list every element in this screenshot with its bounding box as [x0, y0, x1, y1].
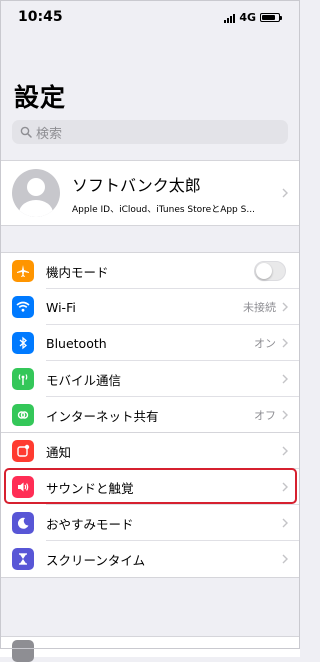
signal-icon	[224, 13, 236, 23]
avatar	[12, 169, 60, 217]
hotspot-label: インターネット共有	[46, 408, 159, 424]
antenna-icon	[12, 368, 34, 390]
chevron-right-icon	[282, 410, 288, 420]
hourglass-icon	[12, 548, 34, 570]
screen-time-row[interactable]: スクリーンタイム	[0, 541, 300, 577]
bluetooth-row[interactable]: Bluetooth オン	[0, 325, 300, 361]
network-type: 4G	[239, 11, 256, 24]
battery-icon	[260, 13, 282, 22]
wifi-value: 未接続	[243, 301, 276, 314]
hotspot-value: オフ	[254, 409, 276, 422]
bluetooth-icon	[12, 332, 34, 354]
chevron-right-icon	[282, 302, 288, 312]
hotspot-row[interactable]: インターネット共有 オフ	[0, 397, 300, 433]
general-group: 通知 サウンドと触覚 おやすみモード スクリーンタイム	[0, 432, 300, 578]
search-icon	[20, 126, 32, 138]
profile-subtitle: Apple ID、iCloud、iTunes StoreとApp S...	[72, 204, 255, 215]
chevron-right-icon	[282, 554, 288, 564]
airplane-icon	[12, 260, 34, 282]
wifi-label: Wi-Fi	[46, 299, 76, 315]
chevron-right-icon	[282, 374, 288, 384]
do-not-disturb-row[interactable]: おやすみモード	[0, 505, 300, 541]
highlight-box	[4, 468, 297, 504]
wifi-row[interactable]: Wi-Fi 未接続	[0, 289, 300, 325]
notifications-icon	[12, 440, 34, 462]
wifi-icon	[12, 296, 34, 318]
moon-icon	[12, 512, 34, 534]
gear-icon	[12, 640, 34, 662]
chevron-right-icon	[282, 338, 288, 348]
search-placeholder: 検索	[36, 126, 63, 142]
notifications-row[interactable]: 通知	[0, 433, 300, 469]
chevron-right-icon	[282, 188, 288, 198]
chevron-right-icon	[282, 518, 288, 528]
airplane-mode-toggle[interactable]	[254, 261, 286, 281]
mobile-data-row[interactable]: モバイル通信	[0, 361, 300, 397]
bluetooth-label: Bluetooth	[46, 335, 107, 351]
page-title: 設定	[14, 83, 67, 112]
mobile-data-label: モバイル通信	[46, 372, 122, 388]
bluetooth-value: オン	[254, 337, 276, 350]
apple-id-profile-row[interactable]: ソフトバンク太郎 Apple ID、iCloud、iTunes StoreとAp…	[0, 160, 300, 226]
do-not-disturb-label: おやすみモード	[46, 516, 134, 532]
chevron-right-icon	[282, 446, 288, 456]
hotspot-icon	[12, 404, 34, 426]
profile-name: ソフトバンク太郎	[72, 175, 201, 195]
notifications-label: 通知	[46, 444, 72, 460]
person-icon	[19, 178, 53, 217]
status-indicators: 4G	[224, 11, 282, 24]
status-time: 10:45	[18, 9, 63, 25]
search-field[interactable]: 検索	[12, 120, 288, 144]
airplane-mode-label: 機内モード	[46, 264, 109, 280]
next-group-peek	[0, 636, 300, 662]
screen-time-label: スクリーンタイム	[46, 552, 146, 568]
connectivity-group: 機内モード Wi-Fi 未接続 Bluetooth オン モバイル通信 インター…	[0, 252, 300, 434]
status-bar: 10:45 4G	[0, 0, 300, 36]
airplane-mode-row[interactable]: 機内モード	[0, 253, 300, 289]
